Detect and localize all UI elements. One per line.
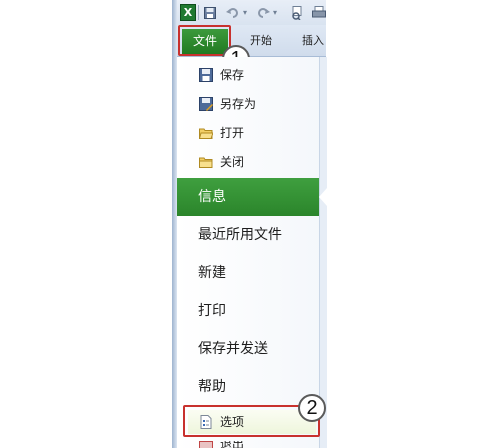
tab-home[interactable]: 开始 bbox=[250, 31, 272, 51]
close-folder-icon bbox=[199, 157, 213, 168]
redo-icon[interactable] bbox=[256, 5, 270, 20]
open-folder-icon bbox=[199, 128, 213, 139]
undo-icon[interactable] bbox=[226, 5, 240, 20]
save-icon bbox=[199, 68, 213, 82]
tab-insert[interactable]: 插入 bbox=[302, 31, 324, 51]
print-preview-icon[interactable] bbox=[290, 5, 304, 21]
save-as-icon bbox=[199, 97, 213, 111]
toolbar-separator bbox=[198, 5, 199, 20]
save-as-command[interactable]: 另存为 bbox=[220, 95, 256, 113]
exit-command[interactable]: 退出 bbox=[220, 441, 244, 448]
nav-help[interactable]: 帮助 bbox=[198, 377, 226, 397]
nav-save-and-send[interactable]: 保存并发送 bbox=[198, 339, 268, 359]
exit-command-row[interactable]: 退出 bbox=[199, 441, 259, 448]
save-command[interactable]: 保存 bbox=[220, 66, 244, 84]
print-icon[interactable] bbox=[312, 5, 326, 20]
excel-app-icon[interactable]: X bbox=[180, 4, 196, 21]
open-command[interactable]: 打开 bbox=[220, 124, 244, 142]
exit-icon bbox=[199, 441, 213, 448]
undo-dropdown-icon[interactable]: ▾ bbox=[242, 5, 248, 20]
selection-arrow bbox=[319, 188, 327, 206]
close-command[interactable]: 关闭 bbox=[220, 153, 244, 171]
nav-recent[interactable]: 最近所用文件 bbox=[198, 225, 282, 245]
nav-print[interactable]: 打印 bbox=[198, 301, 226, 321]
nav-info-selected[interactable]: 信息 bbox=[177, 178, 319, 216]
backstage-content-edge bbox=[319, 57, 327, 448]
nav-new[interactable]: 新建 bbox=[198, 263, 226, 283]
redo-dropdown-icon[interactable]: ▾ bbox=[272, 5, 278, 20]
save-icon[interactable] bbox=[204, 5, 216, 20]
callout-step-2: 2 bbox=[298, 394, 326, 422]
